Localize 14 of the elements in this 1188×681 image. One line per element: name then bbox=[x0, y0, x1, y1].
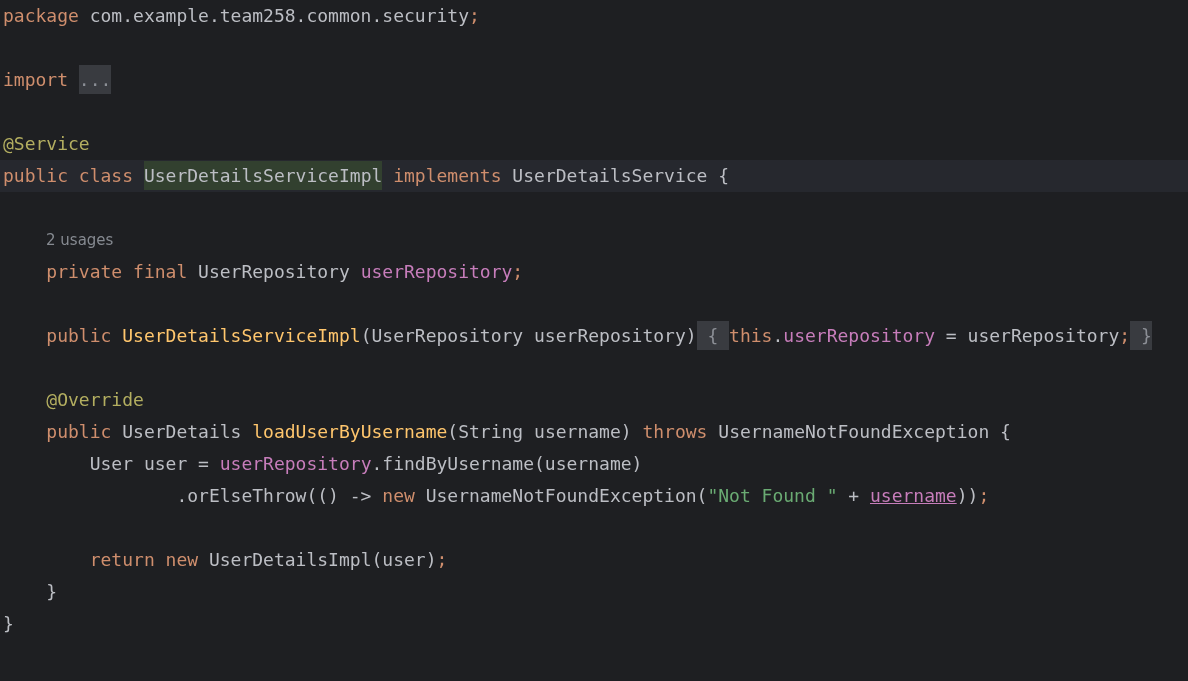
code-line: private final UserRepository userRepository; bbox=[45, 260, 524, 284]
code-line: public UserDetailsServiceImpl(UserRepository userRepository) { this.userRepository = userRepository; } bbox=[3, 324, 1152, 348]
code-line: @Override bbox=[45, 388, 144, 412]
code-line: package com.example.team258.common.security; bbox=[3, 4, 480, 28]
code-line: } bbox=[3, 612, 14, 636]
code-line: User user = userRepository.findByUsername(username) bbox=[88, 452, 643, 476]
code-line: return new UserDetailsImpl(user); bbox=[88, 548, 448, 572]
code-line: import ... bbox=[3, 68, 112, 92]
code-line: @Service bbox=[3, 132, 90, 156]
code-line: } bbox=[45, 580, 58, 604]
code-line: public UserDetails loadUserByUsername(String username) throws UsernameNotFoundException { bbox=[45, 420, 1011, 444]
code-line: .orElseThrow(() -> new UsernameNotFoundException("Not Found " + username)); bbox=[175, 484, 990, 508]
usages-hint[interactable]: 2 usages bbox=[46, 231, 114, 249]
code-line: public class UserDetailsServiceImpl implements UserDetailsService { bbox=[3, 164, 730, 188]
